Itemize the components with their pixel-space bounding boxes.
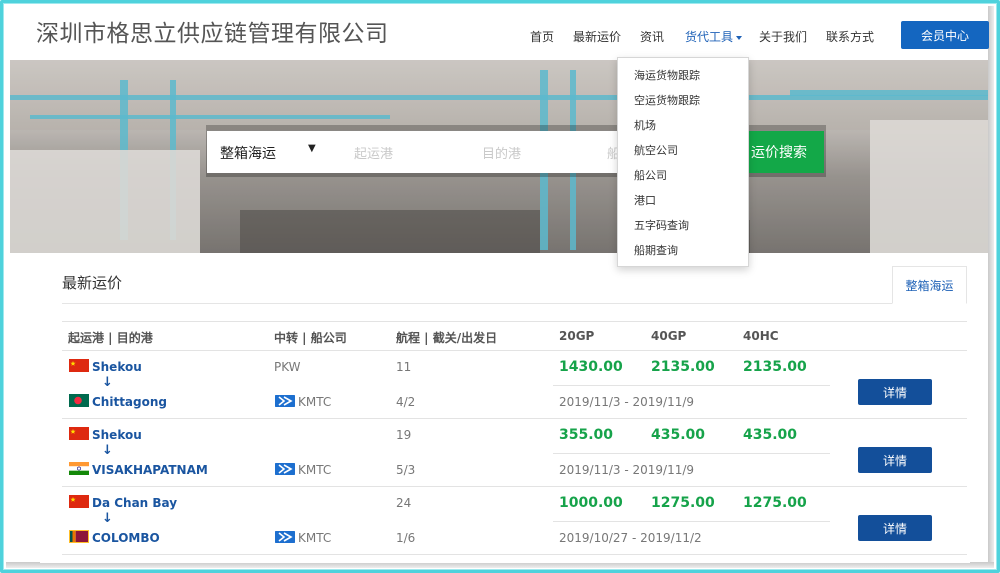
screenshot-frame (0, 0, 1000, 573)
